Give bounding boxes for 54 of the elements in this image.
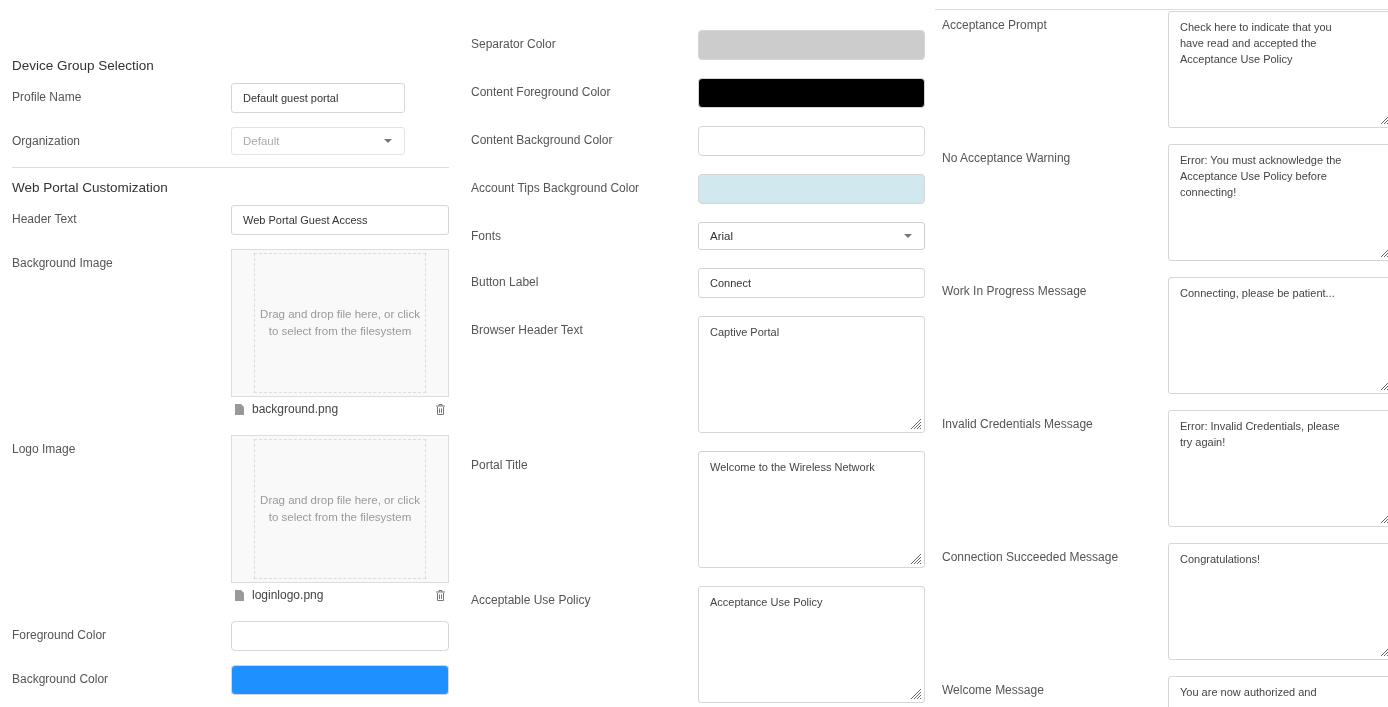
text-area[interactable]: Captive Portal xyxy=(698,316,925,433)
field-label: Logo Image xyxy=(12,441,77,456)
text-field[interactable]: Default guest portal xyxy=(231,83,405,113)
field-label: Connection Succeeded Message xyxy=(942,549,1120,564)
field-label: Organization xyxy=(12,133,82,148)
text-field[interactable]: Web Portal Guest Access xyxy=(231,205,449,235)
field-label: Acceptance Prompt xyxy=(942,17,1048,32)
color-field[interactable] xyxy=(698,126,925,156)
field-label: Content Background Color xyxy=(471,132,614,147)
field-label: Profile Name xyxy=(12,89,83,104)
text-area[interactable]: Acceptance Use Policy xyxy=(698,586,925,703)
field-label: Welcome Message xyxy=(942,682,1045,697)
text-area[interactable]: Check here to indicate that you have read and accepted the Acceptance Use Policy xyxy=(1168,11,1388,128)
section-heading: Web Portal Customization xyxy=(12,179,169,197)
text-area[interactable]: Error: Invalid Credentials, please try again! xyxy=(1168,410,1388,527)
trash-icon[interactable] xyxy=(436,403,445,415)
resize-handle-icon[interactable] xyxy=(910,418,922,430)
color-field[interactable] xyxy=(698,30,925,60)
dropdown[interactable]: Arial xyxy=(698,222,925,250)
field-label: Background Image xyxy=(12,255,114,270)
field-label: Separator Color xyxy=(471,36,557,51)
field-label: Button Label xyxy=(471,274,540,289)
text-area[interactable]: Welcome to the Wireless Network xyxy=(698,451,925,568)
field-label: Invalid Credentials Message xyxy=(942,416,1094,431)
file-icon xyxy=(235,403,244,415)
resize-handle-icon[interactable] xyxy=(910,553,922,565)
field-label: Fonts xyxy=(471,228,502,243)
field-label: Background Color xyxy=(12,671,110,686)
file-name: loginlogo.png xyxy=(252,588,325,602)
field-label: Header Text xyxy=(12,211,78,226)
color-field[interactable] xyxy=(698,78,925,108)
color-field[interactable] xyxy=(698,174,925,204)
field-label: Work In Progress Message xyxy=(942,283,1088,298)
caret-icon xyxy=(904,234,912,238)
file-name: background.png xyxy=(252,402,340,416)
field-label: Portal Title xyxy=(471,457,529,472)
text-area[interactable]: You are now authorized and xyxy=(1168,676,1388,707)
caret-icon xyxy=(384,139,392,143)
field-label: Acceptable Use Policy xyxy=(471,592,592,607)
text-area[interactable]: Connecting, please be patient... xyxy=(1168,277,1388,394)
text-field[interactable]: Connect xyxy=(698,268,925,298)
file-icon xyxy=(235,589,244,601)
field-label: Browser Header Text xyxy=(471,322,584,337)
trash-icon[interactable] xyxy=(436,589,445,601)
color-field[interactable] xyxy=(231,665,449,695)
field-label: Content Foreground Color xyxy=(471,84,612,99)
section-heading: Device Group Selection xyxy=(12,57,155,75)
field-label: Foreground Color xyxy=(12,627,108,642)
field-label: No Acceptance Warning xyxy=(942,150,1072,165)
text-area[interactable]: Congratulations! xyxy=(1168,543,1388,660)
field-label: Account Tips Background Color xyxy=(471,180,641,195)
color-field[interactable] xyxy=(231,621,449,651)
text-area[interactable]: Error: You must acknowledge the Acceptance Use Policy before connecting! xyxy=(1168,144,1388,261)
resize-handle-icon[interactable] xyxy=(910,688,922,700)
